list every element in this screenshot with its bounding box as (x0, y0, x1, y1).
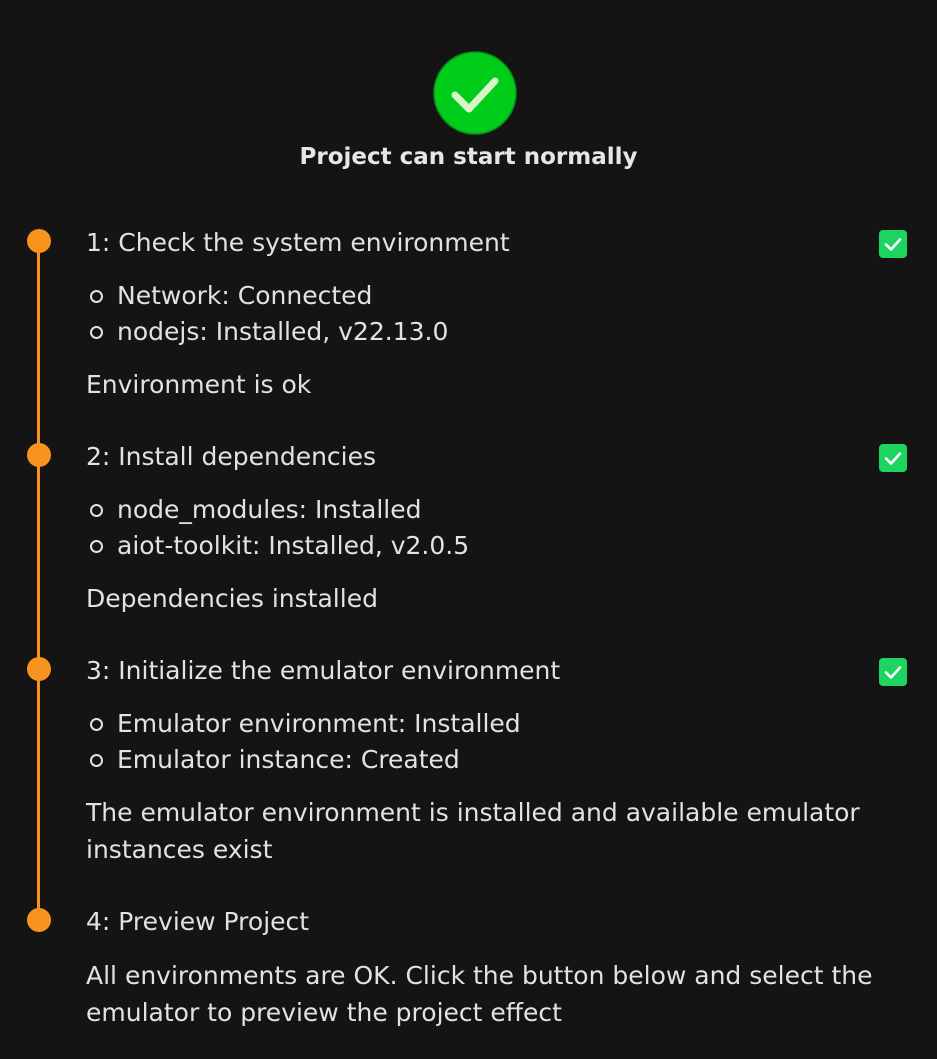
bullet-icon (90, 718, 103, 731)
step-summary: The emulator environment is installed an… (86, 798, 860, 864)
step-dot (27, 443, 51, 467)
success-check-icon (433, 51, 517, 135)
step-title: 3: Initialize the emulator environment (86, 656, 561, 685)
step-dot (27, 657, 51, 681)
timeline-line (37, 241, 40, 920)
bullet-icon (90, 504, 103, 517)
step-dot (27, 908, 51, 932)
step-summary: Environment is ok (86, 370, 312, 399)
bullet-icon (90, 754, 103, 767)
step-title: 2: Install dependencies (86, 442, 377, 471)
step-title: 1: Check the system environment (86, 228, 510, 257)
checkbox-checked-icon (879, 230, 907, 258)
bullet-icon (90, 290, 103, 303)
step-summary: All environments are OK. Click the butto… (86, 961, 873, 1027)
page-title: Project can start normally (299, 144, 638, 170)
step-summary: Dependencies installed (86, 584, 378, 613)
bullet-icon (90, 326, 103, 339)
checkbox-checked-icon (879, 658, 907, 686)
step-title: 4: Preview Project (86, 907, 310, 936)
bullet-icon (90, 540, 103, 553)
checkbox-checked-icon (879, 444, 907, 472)
step-dot (27, 229, 51, 253)
